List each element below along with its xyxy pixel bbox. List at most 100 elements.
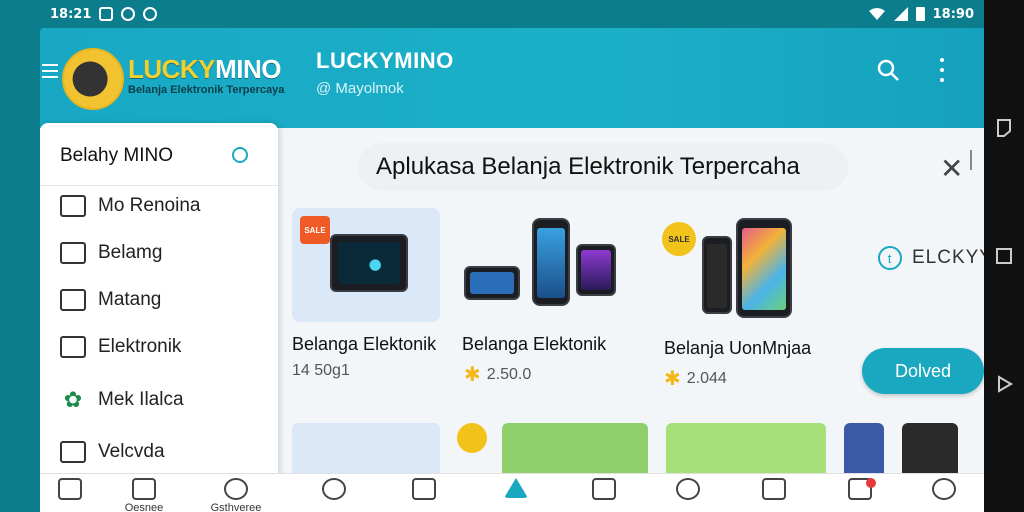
logo-tagline: Belanja Elektronik Terpercaya: [128, 84, 285, 96]
puzzle-icon: ✿: [63, 387, 83, 412]
navigation-drawer: Belahy MINO Mo Renoina Belamg Matang Ele…: [40, 123, 278, 483]
square-icon: [996, 248, 1012, 264]
g-icon: [121, 7, 136, 21]
product-image[interactable]: SALE: [292, 208, 440, 322]
store-icon: [58, 478, 82, 500]
drawer-heading: Belahy MINO: [60, 145, 173, 166]
main-content: Aplukasa Belanja Elektronik Terpercaha ✕…: [278, 128, 984, 473]
nav-home[interactable]: [830, 478, 890, 500]
search-button[interactable]: [876, 58, 900, 82]
back-button[interactable]: [995, 375, 1013, 393]
phone-image: [702, 236, 732, 314]
nav-cart[interactable]: [574, 478, 634, 500]
product-price: ✱ 2.044: [664, 366, 727, 391]
nav-oesnee[interactable]: Oesnee: [114, 478, 174, 512]
drawer-item-label: Mo Renoina: [98, 195, 201, 216]
left-bezel: [0, 0, 40, 512]
product-image[interactable]: [292, 423, 440, 473]
drawer-item-matang[interactable]: Matang: [60, 285, 161, 315]
phone-image: [464, 266, 520, 300]
nav-wallet[interactable]: [744, 478, 804, 500]
product-image[interactable]: [462, 208, 616, 322]
drawer-item-belamg[interactable]: Belamg: [60, 238, 162, 268]
more-options-button[interactable]: [938, 58, 946, 82]
chat-icon: [60, 195, 86, 217]
status-clock: 18:90: [932, 6, 974, 22]
nav-user[interactable]: [304, 478, 364, 500]
sync-icon: [143, 7, 158, 21]
signal-icon: [893, 7, 908, 21]
triangle-icon: [504, 478, 528, 498]
notification-icon: [99, 7, 114, 21]
app-window: LUCKYMINO Belanja Elektronik Terpercaya …: [40, 28, 984, 512]
battery-icon: [915, 7, 925, 21]
product-image[interactable]: [666, 423, 826, 473]
laptop-icon: [60, 441, 86, 463]
back-triangle-icon: [998, 375, 1013, 393]
star-icon: ✱: [664, 368, 681, 390]
person-icon: [932, 478, 956, 500]
drawer-item-label: Velcvda: [98, 441, 165, 462]
notification-badge: [866, 478, 876, 488]
phone-image: [532, 218, 570, 306]
nav-label: Gsthveree: [210, 502, 262, 512]
price-value: 2.044: [686, 369, 727, 387]
menu-icon[interactable]: [42, 64, 58, 78]
logo-icon: [62, 48, 124, 110]
status-time: 18:21: [50, 6, 92, 22]
logo-lucky: LUCKY: [128, 54, 216, 84]
tablet-image: [576, 244, 616, 296]
game-icon: [676, 478, 700, 500]
wifi-icon: [868, 8, 885, 20]
cta-button[interactable]: Dolved: [862, 348, 984, 394]
nav-person[interactable]: [914, 478, 974, 500]
product-price: ✱ 2.50.0: [464, 362, 531, 387]
box-icon: [132, 478, 156, 500]
brand-label: ELCKYY: [912, 247, 984, 268]
close-icon[interactable]: ✕: [940, 152, 963, 185]
product-image[interactable]: [502, 423, 648, 473]
mail-icon: [60, 289, 86, 311]
wallet-icon: [762, 478, 786, 500]
nav-card[interactable]: [394, 478, 454, 500]
user-icon: [322, 478, 346, 500]
banner: Aplukasa Belanja Elektronik Terpercaha: [358, 143, 848, 191]
product-title[interactable]: Belanga Elektonik: [292, 334, 436, 355]
product-title[interactable]: Belanga Elektonik: [462, 334, 606, 355]
sidebar-icon: [997, 119, 1011, 137]
logo-mino: MINO: [215, 54, 281, 84]
nav-store[interactable]: [40, 478, 100, 502]
nav-gsthveree[interactable]: Gsthveree: [206, 478, 266, 512]
product-price: 14 50g1: [292, 362, 350, 380]
product-image[interactable]: [844, 423, 884, 473]
app-header: LUCKYMINO Belanja Elektronik Terpercaya …: [40, 28, 984, 128]
product-image[interactable]: SALE: [662, 208, 810, 322]
drawer-item-label: Matang: [98, 289, 162, 310]
product-row-2: [292, 413, 984, 473]
monitor-image: [330, 234, 408, 292]
nav-sidebar-button[interactable]: [995, 119, 1013, 137]
logo-text: LUCKYMINO: [128, 54, 281, 85]
cart-icon: [592, 478, 616, 500]
device-icon: [60, 336, 86, 358]
brand-link[interactable]: t ELCKYY: [878, 246, 984, 270]
system-nav-bar: [984, 0, 1024, 512]
status-bar: 18:21 18:90: [40, 0, 984, 28]
divider: [40, 185, 278, 186]
app-subtitle: @ Mayolmok: [316, 80, 404, 97]
price-value: 2.50.0: [486, 365, 532, 383]
drawer-item-velcvda[interactable]: Velcvda: [60, 437, 165, 467]
location-icon: [224, 478, 248, 500]
recents-button[interactable]: [995, 247, 1013, 265]
product-title[interactable]: Belanja UonMnjaa: [664, 338, 811, 359]
drawer-item-mek-ilalca[interactable]: ✿ Mek Ilalca: [60, 385, 184, 415]
product-image[interactable]: [902, 423, 958, 473]
drawer-item-mo-renoina[interactable]: Mo Renoina: [60, 191, 200, 221]
phone-image: [736, 218, 792, 318]
nav-triangle[interactable]: [486, 478, 546, 498]
nav-game[interactable]: [658, 478, 718, 500]
chat-icon[interactable]: [232, 147, 248, 163]
drawer-item-label: Belamg: [98, 242, 163, 263]
drawer-item-elektronik[interactable]: Elektronik: [60, 332, 181, 362]
star-icon: ✱: [464, 364, 481, 386]
